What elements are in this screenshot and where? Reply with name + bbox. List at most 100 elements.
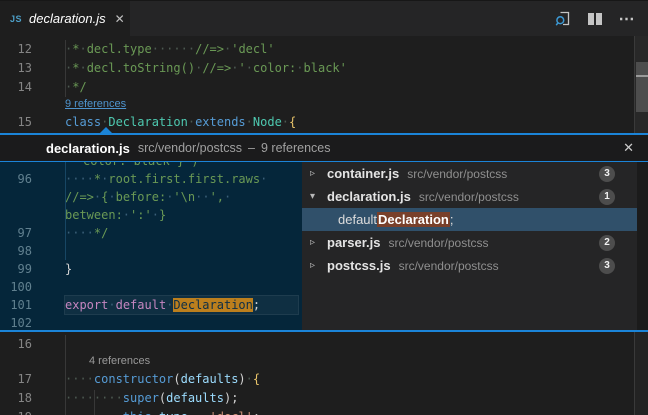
chevron-collapsed-icon[interactable]: ▹ <box>310 168 324 179</box>
code-text: export·default·Declaration; <box>65 296 298 314</box>
code-line: between:·':'·} <box>0 206 302 224</box>
code-line: 98 <box>0 242 302 260</box>
token-p: ; <box>231 391 238 405</box>
token-ws: · <box>188 115 195 129</box>
line-number: 19 <box>0 408 32 415</box>
code-text: between:·':'·} <box>65 206 298 224</box>
reference-file-row-parser-js[interactable]: ▹parser.jssrc/vendor/postcss2 <box>302 231 637 254</box>
indent-guide <box>94 390 95 415</box>
code-text: ········this.type·=·'decl'; <box>65 408 632 415</box>
code-text: ········super(defaults); <box>65 389 632 408</box>
chevron-expanded-icon[interactable]: ▾ <box>310 191 324 202</box>
reference-file-row-postcss-js[interactable]: ▹postcss.jssrc/vendor/postcss3 <box>302 254 637 277</box>
token-ws: · <box>108 190 115 204</box>
codelens-row: 9 references <box>0 97 648 113</box>
code-line: 99} <box>0 260 302 278</box>
code-text: ·*·decl.toString()·//=>·'·color:·black' <box>65 59 632 78</box>
peek-title-path: src/vendor/postcss <box>138 141 242 155</box>
codelens-references-link[interactable]: 9 references <box>65 97 126 113</box>
tab-declaration-js[interactable]: JS declaration.js ✕ <box>0 1 130 36</box>
editor-region-top[interactable]: 12·*·decl.type······//=>·'decl'13·*·decl… <box>0 36 648 133</box>
code-line: 15class·Declaration·extends·Node·{ <box>0 113 648 132</box>
token-ws: ···· <box>65 372 94 386</box>
token-ws: · <box>188 410 195 415</box>
code-line: 101export·default·Declaration; <box>0 296 302 314</box>
match-highlight: Declaration <box>173 298 252 312</box>
gutter <box>0 97 32 113</box>
codelens-row: 4 references <box>0 354 648 370</box>
token-ws: ······ <box>152 42 195 56</box>
scrollbar-thumb[interactable] <box>636 62 648 112</box>
javascript-file-icon: JS <box>10 14 22 24</box>
line-number: 100 <box>0 278 32 296</box>
token-s: 'decl' <box>210 410 253 415</box>
token-ws: · <box>246 115 253 129</box>
reference-file-row-container-js[interactable]: ▹container.jssrc/vendor/postcss3 <box>302 162 637 185</box>
token-c: */ <box>94 226 108 240</box>
token-p: ) <box>238 372 245 386</box>
token-ws: · <box>224 190 231 204</box>
code-text: ····*/ <box>65 224 298 242</box>
token-v: type <box>159 410 188 415</box>
split-editor-button[interactable] <box>582 6 608 32</box>
token-c: */ <box>72 80 86 94</box>
token-c: color: <box>83 162 126 168</box>
token-c: 'decl' <box>231 42 274 56</box>
line-number: 16 <box>0 335 32 354</box>
tab-close-icon[interactable]: ✕ <box>115 12 125 26</box>
line-number <box>0 162 32 170</box>
peek-title-dash: – <box>248 141 255 155</box>
reference-match-highlight: Declaration <box>377 212 450 227</box>
token-c: black <box>134 162 170 168</box>
token-c: '\n <box>173 190 195 204</box>
line-number <box>0 188 32 206</box>
indent-guide <box>65 335 66 415</box>
line-number: 12 <box>0 40 32 59</box>
token-k: extends <box>195 115 246 129</box>
code-text: ·*/ <box>65 78 632 97</box>
gutter <box>0 354 32 370</box>
token-c: ' <box>238 61 245 75</box>
code-line: 13 ·*·decl.toString()·//=>·'·color:·black… <box>0 59 648 78</box>
vertical-scrollbar-lower[interactable] <box>634 332 648 415</box>
peek-close-icon[interactable]: ✕ <box>623 140 634 156</box>
token-ws: · <box>126 162 133 168</box>
line-number: 14 <box>0 78 32 97</box>
token-c: decl.toString() <box>87 61 195 75</box>
token-p: ; <box>253 298 260 312</box>
code-line: 100 <box>0 278 302 296</box>
reference-item[interactable]: default Declaration; <box>302 208 637 231</box>
token-c: //=> <box>202 61 231 75</box>
peek-anchor-arrow <box>99 127 113 134</box>
reference-filepath: src/vendor/postcss <box>419 190 519 204</box>
code-line: 19········this.type·=·'decl'; <box>0 408 648 415</box>
code-text <box>65 335 632 354</box>
code-text <box>65 242 298 260</box>
reference-filename: parser.js <box>327 235 381 250</box>
token-c: color: <box>253 61 296 75</box>
token-p: . <box>152 410 159 415</box>
code-line: 97····*/ <box>0 224 302 242</box>
token-v: defaults <box>166 391 224 405</box>
chevron-collapsed-icon[interactable]: ▹ <box>310 260 324 271</box>
more-actions-button[interactable]: ⋯ <box>614 6 640 32</box>
token-c: //=> <box>65 190 94 204</box>
token-ws: · <box>152 208 159 222</box>
codelens-references-link[interactable]: 4 references <box>89 354 150 370</box>
line-number: 96 <box>0 170 32 188</box>
chevron-collapsed-icon[interactable]: ▹ <box>310 237 324 248</box>
peek-editor[interactable]: color:·black·}')96····*·root.first.first… <box>0 162 302 330</box>
code-line: 18········super(defaults); <box>0 389 648 408</box>
token-c: black' <box>304 61 347 75</box>
code-text: //=>·{·before:·'\n··',· <box>65 188 298 206</box>
vertical-scrollbar[interactable] <box>634 36 648 133</box>
references-result-list[interactable]: ▹container.jssrc/vendor/postcss3▾declara… <box>302 162 648 330</box>
reference-file-row-declaration-js[interactable]: ▾declaration.jssrc/vendor/postcss1 <box>302 185 637 208</box>
line-number: 13 <box>0 59 32 78</box>
editor-region-bottom[interactable]: 164 references17····constructor(defaults… <box>0 332 648 415</box>
token-ws: ···· <box>65 226 94 240</box>
reference-preview-text: ; <box>450 212 454 227</box>
token-ws: · <box>170 162 177 168</box>
search-in-file-button[interactable] <box>550 6 576 32</box>
code-line: 102 <box>0 314 302 330</box>
